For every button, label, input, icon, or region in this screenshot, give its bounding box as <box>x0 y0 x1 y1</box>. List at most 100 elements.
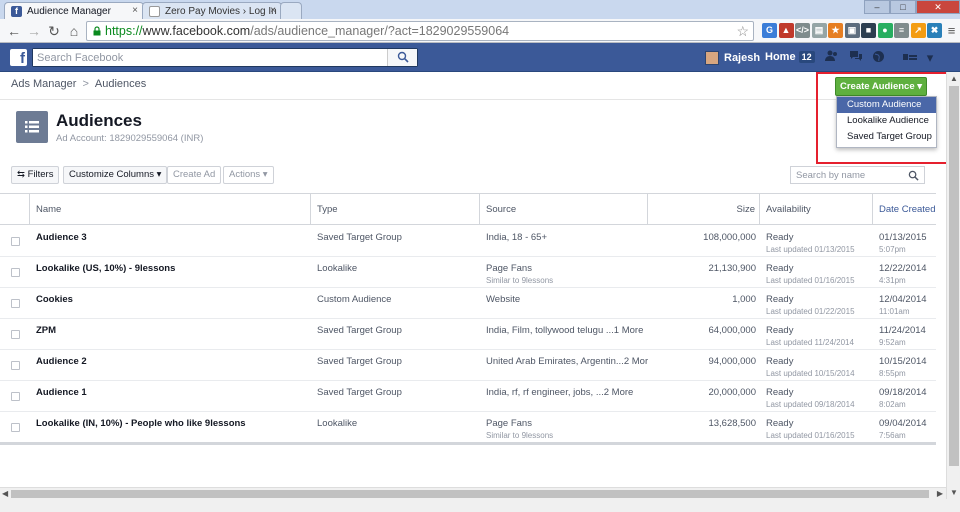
ext-chart-icon[interactable]: ↗ <box>910 23 926 38</box>
facebook-logo[interactable]: f <box>10 49 27 67</box>
customize-columns-button[interactable]: Customize Columns ▾ <box>63 166 168 184</box>
forward-arrow-icon[interactable]: → <box>26 23 42 39</box>
table-row[interactable]: Lookalike (IN, 10%) - People who like 9l… <box>0 412 936 442</box>
ext-list-icon[interactable]: ≡ <box>894 23 909 38</box>
scroll-right-icon[interactable]: ▶ <box>937 489 943 498</box>
audience-source-sub: Similar to 9lessons <box>486 431 554 440</box>
ad-account-label: Ad Account: 1829029559064 (INR) <box>56 133 204 144</box>
ext-pin-icon[interactable]: ● <box>877 23 893 38</box>
ext-page-icon[interactable]: ▤ <box>811 23 827 38</box>
privacy-shortcuts-icon[interactable] <box>902 50 918 65</box>
reload-icon[interactable]: ↻ <box>46 23 62 39</box>
create-ad-button[interactable]: Create Ad <box>167 166 222 184</box>
ext-x-icon[interactable]: ✖ <box>927 23 942 38</box>
user-name: Rajesh <box>724 52 761 64</box>
home-link[interactable]: Home 12 <box>765 51 815 63</box>
filters-button[interactable]: ⇆ Filters <box>11 166 60 184</box>
time-created: 4:31pm <box>879 276 906 285</box>
table-row[interactable]: Audience 2 Saved Target Group United Arab … <box>0 350 936 381</box>
audience-name[interactable]: Lookalike (IN, 10%) - People who like 9l… <box>30 412 311 442</box>
audience-name[interactable]: Lookalike (US, 10%) - 9lessons <box>30 257 311 287</box>
audience-type: Lookalike <box>317 418 358 429</box>
close-window-button[interactable]: ✕ <box>916 0 960 14</box>
audience-name[interactable]: Cookies <box>30 288 311 318</box>
new-tab-button[interactable] <box>280 2 302 19</box>
friend-requests-icon[interactable] <box>824 50 840 65</box>
row-checkbox[interactable] <box>11 392 20 401</box>
page-favicon-icon <box>149 6 160 17</box>
audience-size: 1,000 <box>732 294 756 305</box>
audience-size: 108,000,000 <box>703 232 756 243</box>
browser-tab-zero-pay-movies[interactable]: Zero Pay Movies › Log In × <box>142 2 282 19</box>
table-row[interactable]: Lookalike (US, 10%) - 9lessons Lookalike P… <box>0 257 936 288</box>
row-checkbox[interactable] <box>11 330 20 339</box>
audience-type: Saved Target Group <box>317 387 402 398</box>
ext-star-icon[interactable]: ★ <box>828 23 843 38</box>
profile-link[interactable]: Rajesh <box>705 51 760 65</box>
ext-lock-icon[interactable]: ■ <box>861 23 876 38</box>
row-checkbox[interactable] <box>11 299 20 308</box>
horizontal-scrollbar[interactable]: ◀ ▶ <box>0 487 946 499</box>
horizontal-scroll-thumb[interactable] <box>11 490 929 498</box>
column-header-name[interactable]: Name <box>30 194 311 224</box>
time-created: 8:02am <box>879 400 906 409</box>
ext-globe-icon[interactable]: G <box>762 23 777 38</box>
vertical-scrollbar[interactable]: ▲ ▼ <box>946 72 960 499</box>
date-created: 09/18/2014 8:02am <box>873 381 936 411</box>
notifications-globe-icon[interactable] <box>870 50 886 65</box>
tab-close-icon[interactable]: × <box>132 5 138 16</box>
column-header-size[interactable]: Size <box>648 194 760 224</box>
audience-name[interactable]: Audience 2 <box>30 350 311 380</box>
ext-code-icon[interactable]: </> <box>795 23 810 38</box>
tab-close-icon[interactable]: × <box>270 5 276 16</box>
column-header-availability[interactable]: Availability <box>760 194 873 224</box>
last-updated: Last updated 01/16/2015 <box>766 276 855 285</box>
address-bar[interactable]: https://www.facebook.com/ads/audience_ma… <box>86 21 754 41</box>
browser-toolbar: ← → ↻ ⌂ https://www.facebook.com/ads/aud… <box>0 19 960 43</box>
search-by-name-input[interactable] <box>791 167 901 183</box>
audience-name[interactable]: ZPM <box>30 319 311 349</box>
last-updated: Last updated 11/24/2014 <box>766 338 854 347</box>
bookmark-star-icon[interactable]: ☆ <box>736 23 749 40</box>
account-menu-arrow-icon[interactable]: ▾ <box>922 50 938 65</box>
home-icon[interactable]: ⌂ <box>66 23 82 39</box>
column-header-date-created[interactable]: Date Created <box>873 194 936 224</box>
scroll-down-icon[interactable]: ▼ <box>950 488 958 497</box>
highlight-annotation-box <box>816 72 948 164</box>
scroll-left-icon[interactable]: ◀ <box>2 489 8 498</box>
back-arrow-icon[interactable]: ← <box>6 23 22 39</box>
column-header-source[interactable]: Source <box>480 194 648 224</box>
ext-window-icon[interactable]: ▣ <box>844 23 860 38</box>
facebook-search-button[interactable] <box>387 49 417 66</box>
row-checkbox[interactable] <box>11 237 20 246</box>
lock-icon <box>93 26 101 36</box>
scroll-up-icon[interactable]: ▲ <box>950 74 958 83</box>
table-row[interactable]: Audience 1 Saved Target Group India, rf, r… <box>0 381 936 412</box>
header-checkbox-cell <box>0 194 30 224</box>
facebook-search-input[interactable] <box>33 49 383 66</box>
audience-name[interactable]: Audience 3 <box>30 226 311 256</box>
browser-menu-icon[interactable]: ≡ <box>944 23 959 38</box>
last-updated: Last updated 10/15/2014 <box>766 369 855 378</box>
vertical-scroll-thumb[interactable] <box>949 86 959 466</box>
search-icon[interactable] <box>908 170 919 181</box>
breadcrumb-ads-manager[interactable]: Ads Manager <box>11 78 76 90</box>
browser-tab-audience-manager[interactable]: f Audience Manager × <box>4 2 144 19</box>
maximize-button[interactable]: □ <box>890 0 916 14</box>
last-updated: Last updated 01/13/2015 <box>766 245 855 254</box>
time-created: 11:01am <box>879 307 910 316</box>
table-row[interactable]: ZPM Saved Target Group India, Film, tollyw… <box>0 319 936 350</box>
ext-car-icon[interactable]: ▲ <box>778 23 794 38</box>
table-row[interactable]: Cookies Custom Audience Website 1,000 Ready L… <box>0 288 936 319</box>
table-row[interactable]: Audience 3 Saved Target Group India, 18 - … <box>0 226 936 257</box>
audience-name[interactable]: Audience 1 <box>30 381 311 411</box>
minimize-button[interactable]: – <box>864 0 890 14</box>
actions-button[interactable]: Actions ▾ <box>223 166 274 184</box>
row-checkbox[interactable] <box>11 361 20 370</box>
date-created: 12/04/2014 11:01am <box>873 288 936 318</box>
messages-icon[interactable] <box>848 50 864 65</box>
audience-source: Website <box>486 294 521 305</box>
column-header-type[interactable]: Type <box>311 194 480 224</box>
row-checkbox[interactable] <box>11 423 20 432</box>
row-checkbox[interactable] <box>11 268 20 277</box>
